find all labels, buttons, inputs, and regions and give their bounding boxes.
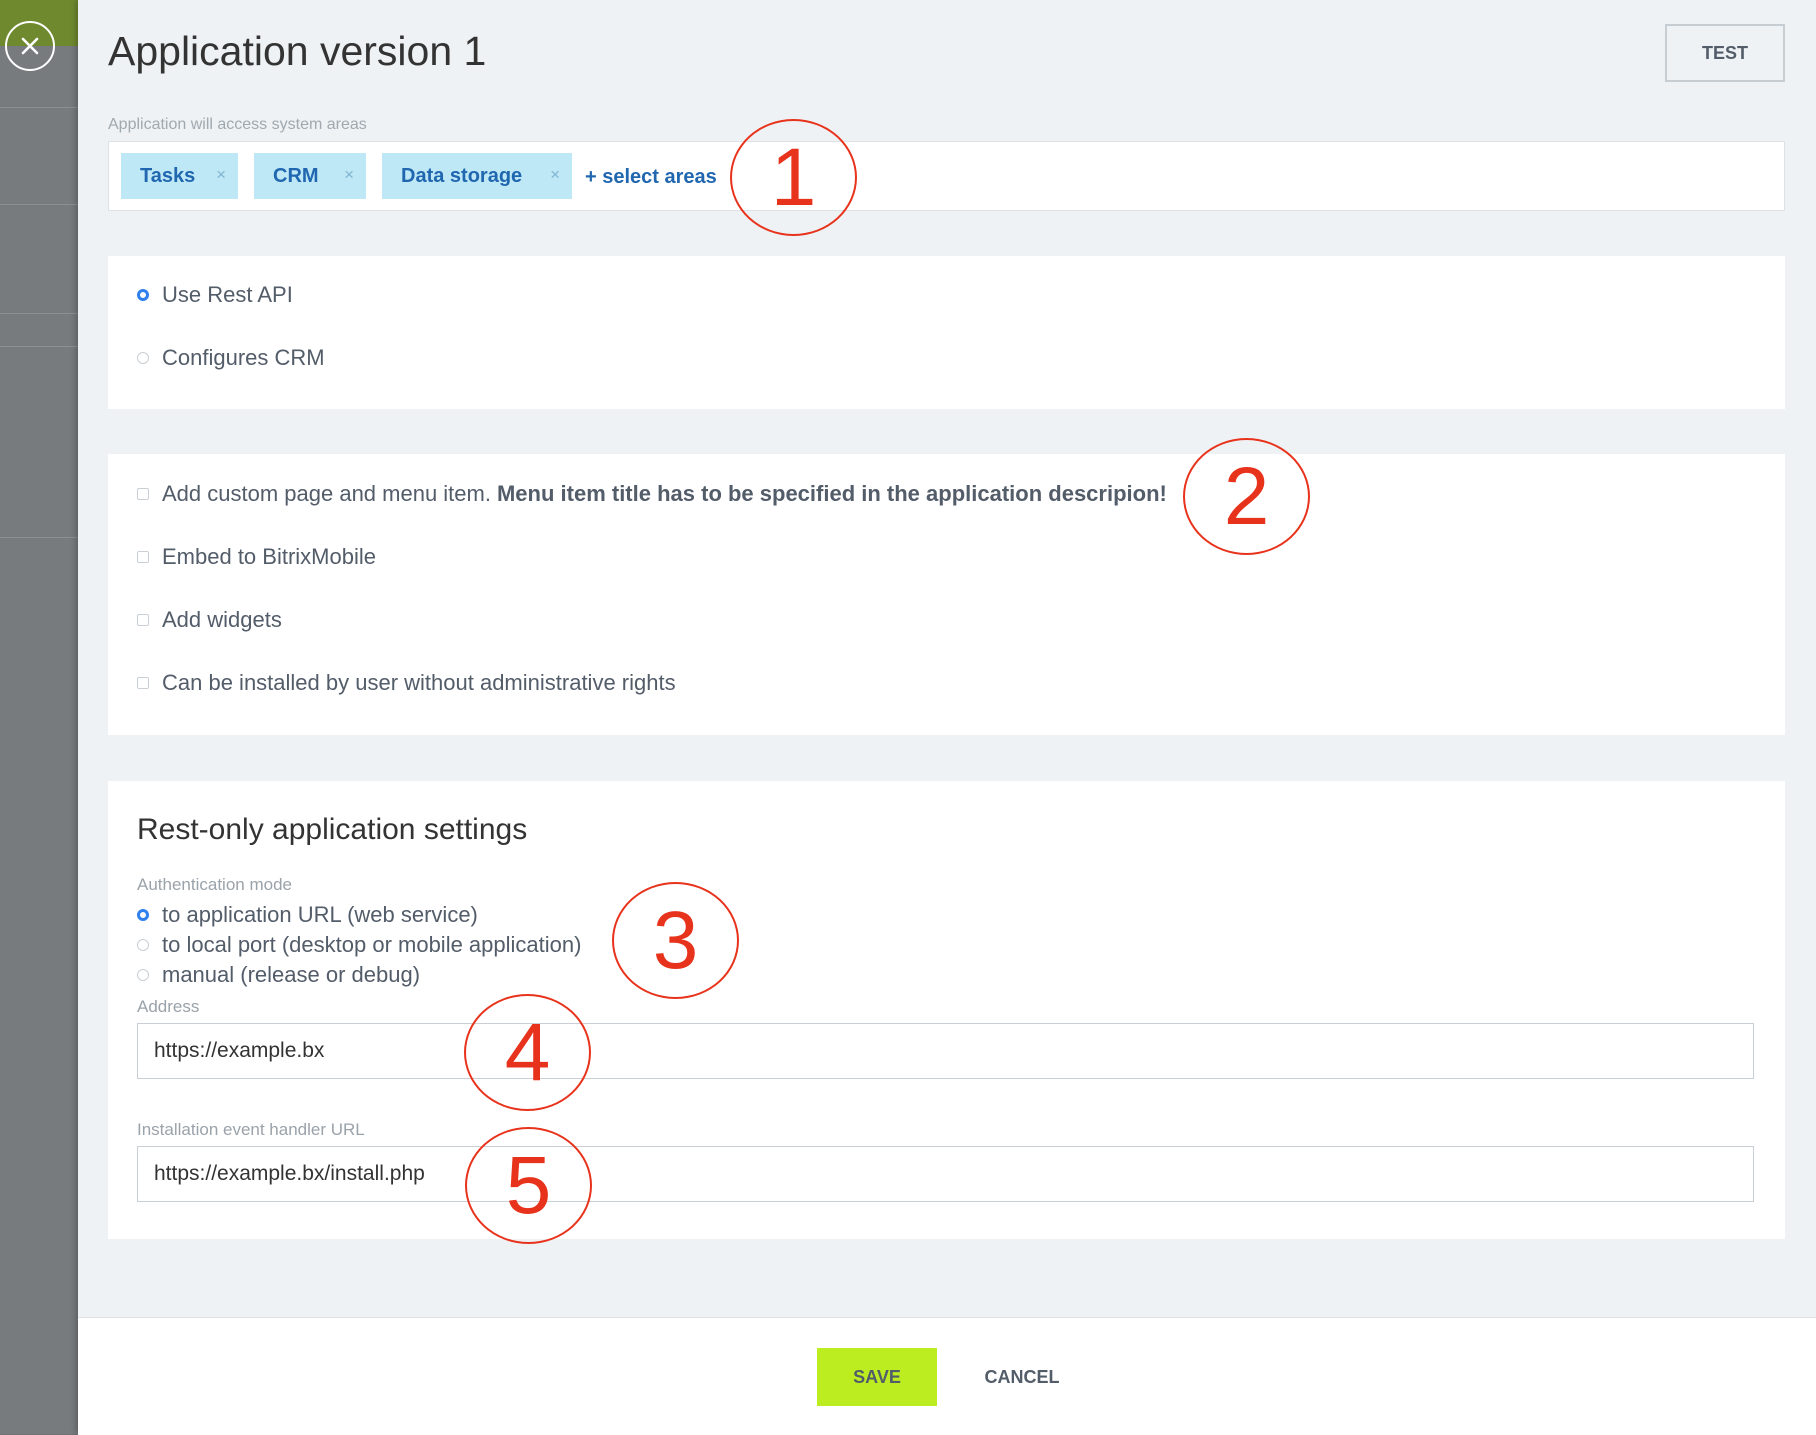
- area-tag-data-storage: Data storage ×: [382, 153, 572, 199]
- option-custom-page[interactable]: Add custom page and menu item. Menu item…: [137, 481, 1167, 507]
- handler-url-label: Installation event handler URL: [137, 1120, 365, 1139]
- area-tag-tasks: Tasks ×: [121, 153, 238, 199]
- auth-mode-label: Authentication mode: [137, 875, 292, 894]
- area-tag-label: Data storage: [401, 164, 523, 187]
- option-label: Use Rest API: [162, 282, 293, 307]
- option-note: Menu item title has to be specified in t…: [496, 481, 1167, 506]
- option-embed-bitrixmobile[interactable]: Embed to BitrixMobile: [137, 544, 376, 570]
- background-divider: [0, 313, 80, 314]
- option-label: manual (release or debug): [162, 962, 421, 987]
- option-configures-crm[interactable]: Configures CRM: [137, 345, 325, 371]
- area-tag-label: Tasks: [140, 164, 196, 187]
- close-button[interactable]: [5, 21, 55, 71]
- annotation-marker-1: 1: [730, 119, 857, 236]
- background-divider: [0, 537, 80, 538]
- option-use-rest-api[interactable]: Use Rest API: [137, 282, 293, 308]
- remove-tag-icon[interactable]: ×: [344, 165, 354, 185]
- option-label: Add widgets: [162, 607, 282, 632]
- section-heading: Rest-only application settings: [137, 813, 528, 846]
- annotation-marker-4: 4: [464, 994, 591, 1111]
- radio-icon[interactable]: [137, 969, 149, 981]
- radio-icon[interactable]: [137, 289, 149, 301]
- footer-bar: SAVE CANCEL: [78, 1317, 1816, 1435]
- auth-option-local-port[interactable]: to local port (desktop or mobile applica…: [137, 932, 581, 958]
- option-label: to application URL (web service): [162, 902, 478, 927]
- option-label: Add custom page and menu item.: [162, 481, 491, 506]
- checkbox-icon[interactable]: [137, 614, 149, 626]
- page-title: Application version 1: [108, 28, 487, 74]
- application-slider-panel: Application version 1 TEST Application w…: [78, 0, 1816, 1435]
- remove-tag-icon[interactable]: ×: [216, 165, 226, 185]
- option-label: to local port (desktop or mobile applica…: [162, 932, 582, 957]
- areas-selector[interactable]: Tasks × CRM × Data storage × + select ar…: [108, 141, 1785, 211]
- mode-card: Use Rest API Configures CRM: [108, 256, 1785, 409]
- checkbox-icon[interactable]: [137, 677, 149, 689]
- handler-url-input[interactable]: [137, 1146, 1754, 1202]
- auth-option-manual[interactable]: manual (release or debug): [137, 962, 420, 988]
- checkbox-icon[interactable]: [137, 551, 149, 563]
- auth-option-application-url[interactable]: to application URL (web service): [137, 902, 478, 928]
- remove-tag-icon[interactable]: ×: [550, 165, 560, 185]
- option-label: Configures CRM: [162, 345, 325, 370]
- background-page: [0, 0, 80, 1434]
- annotation-marker-3: 3: [612, 882, 739, 999]
- annotation-marker-5: 5: [465, 1127, 592, 1244]
- areas-label: Application will access system areas: [108, 116, 367, 133]
- option-user-install[interactable]: Can be installed by user without adminis…: [137, 670, 676, 696]
- address-label: Address: [137, 997, 200, 1016]
- radio-icon[interactable]: [137, 909, 149, 921]
- address-input[interactable]: [137, 1023, 1754, 1079]
- close-icon: [21, 37, 39, 55]
- background-divider: [0, 107, 80, 108]
- annotation-marker-2: 2: [1183, 438, 1310, 555]
- test-button[interactable]: TEST: [1665, 24, 1785, 82]
- select-areas-link[interactable]: + select areas: [585, 166, 717, 189]
- save-button[interactable]: SAVE: [817, 1348, 937, 1406]
- radio-icon[interactable]: [137, 939, 149, 951]
- features-card: Add custom page and menu item. Menu item…: [108, 454, 1785, 735]
- cancel-button[interactable]: CANCEL: [967, 1348, 1077, 1406]
- checkbox-icon[interactable]: [137, 488, 149, 500]
- rest-settings-card: Rest-only application settings Authentic…: [108, 781, 1785, 1239]
- area-tag-label: CRM: [273, 164, 319, 187]
- option-label: Embed to BitrixMobile: [162, 544, 376, 569]
- option-add-widgets[interactable]: Add widgets: [137, 607, 282, 633]
- option-label: Can be installed by user without adminis…: [162, 670, 676, 695]
- background-divider: [0, 346, 80, 347]
- background-divider: [0, 204, 80, 205]
- area-tag-crm: CRM ×: [254, 153, 366, 199]
- radio-icon[interactable]: [137, 352, 149, 364]
